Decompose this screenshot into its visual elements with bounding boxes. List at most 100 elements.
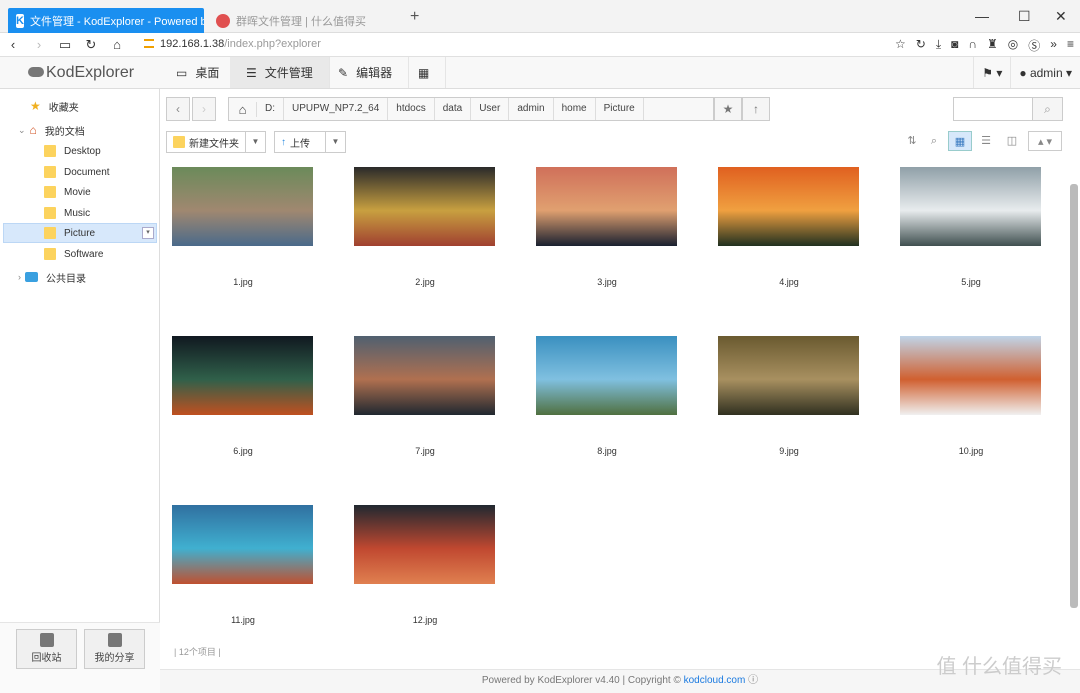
menu-icon[interactable]: ≡ xyxy=(1067,37,1074,54)
sidebar: ★ 收藏夹 ⌄ ⌂ 我的文档 Desktop Document Movie Music… xyxy=(0,89,160,693)
sidebar-item-my-docs[interactable]: ⌄ ⌂ 我的文档 xyxy=(18,120,85,140)
image-thumbnail[interactable] xyxy=(172,336,313,415)
sidebar-item-software[interactable]: Software xyxy=(44,244,103,264)
file-item[interactable]: 1.jpg xyxy=(160,165,320,325)
file-item[interactable]: 10.jpg xyxy=(888,334,1048,494)
compass-icon[interactable]: ◎ xyxy=(1008,37,1018,54)
file-item[interactable]: 6.jpg xyxy=(160,334,320,494)
file-item[interactable]: 8.jpg xyxy=(524,334,684,494)
tab-apps[interactable]: ▦ xyxy=(402,57,447,88)
crumb-5[interactable]: admin xyxy=(509,98,554,120)
image-thumbnail[interactable] xyxy=(172,505,313,584)
image-thumbnail[interactable] xyxy=(354,167,495,246)
favorite-star-icon[interactable]: ★ xyxy=(714,97,742,121)
back-icon[interactable]: ‹ xyxy=(0,37,26,52)
file-item[interactable]: 9.jpg xyxy=(706,334,866,494)
browser-tab-inactive[interactable]: 群晖文件管理 | 什么值得买 xyxy=(208,8,398,34)
tab-editor[interactable]: ✎ 编辑器 xyxy=(322,57,410,88)
image-thumbnail[interactable] xyxy=(900,336,1041,415)
crumb-1[interactable]: UPUPW_NP7.2_64 xyxy=(284,98,389,120)
vertical-scrollbar[interactable] xyxy=(1070,184,1078,608)
tab-file-manager[interactable]: ☰ 文件管理 xyxy=(230,57,330,88)
main-area: ‹ › ⌂ D: UPUPW_NP7.2_64 htdocs data User… xyxy=(160,89,1080,669)
up-arrow-icon[interactable]: ↑ xyxy=(742,97,770,121)
file-item[interactable]: 3.jpg xyxy=(524,165,684,325)
tab-desktop[interactable]: ▭ 桌面 xyxy=(160,57,237,88)
sort-icon[interactable]: ⇅ xyxy=(900,131,924,151)
kodcloud-link[interactable]: kodcloud.com xyxy=(684,675,746,686)
more-icon[interactable]: » xyxy=(1050,37,1057,54)
chevron-down-icon[interactable]: ▼ xyxy=(245,132,265,152)
file-item[interactable]: 2.jpg xyxy=(342,165,502,325)
zoom-icon[interactable]: ⌕ xyxy=(922,131,946,151)
file-name: 2.jpg xyxy=(415,277,435,287)
folder-icon xyxy=(44,186,56,198)
sidebar-item-document[interactable]: Document xyxy=(44,162,110,182)
star-icon[interactable]: ☆ xyxy=(895,37,906,54)
crumb-3[interactable]: data xyxy=(435,98,472,120)
my-share-button[interactable]: 我的分享 xyxy=(84,629,145,669)
s-icon[interactable]: Ⓢ xyxy=(1028,37,1040,54)
sidebar-item-favorites[interactable]: ★ 收藏夹 xyxy=(30,96,79,116)
image-thumbnail[interactable] xyxy=(354,336,495,415)
extension-icon[interactable]: ♜ xyxy=(987,37,998,54)
list-view-button[interactable]: ☰ xyxy=(974,131,998,151)
sidebar-item-picture[interactable]: Picture ▾ xyxy=(3,223,157,243)
file-item[interactable]: 11.jpg xyxy=(160,503,320,663)
url-field[interactable]: 192.168.1.38/index.php?explorer xyxy=(144,38,321,50)
file-item[interactable]: 5.jpg xyxy=(888,165,1048,325)
headphones-icon[interactable]: ∩ xyxy=(968,37,977,54)
download-icon[interactable]: ⤓ xyxy=(936,37,941,54)
folder-icon xyxy=(44,227,56,239)
image-thumbnail[interactable] xyxy=(900,167,1041,246)
browser-tab-active[interactable]: K 文件管理 - KodExplorer - Powered by ✕ xyxy=(8,8,204,34)
path-forward-button[interactable]: › xyxy=(192,97,216,121)
cloud-icon xyxy=(28,67,44,77)
upload-button[interactable]: ↑ 上传 ▼ xyxy=(274,131,346,153)
split-view-button[interactable]: ◫ xyxy=(1000,131,1024,151)
sidebar-item-movie[interactable]: Movie xyxy=(44,182,91,202)
icon-view-button[interactable]: ▦ xyxy=(948,131,972,151)
file-item[interactable]: 12.jpg xyxy=(342,503,502,663)
forward-icon[interactable]: › xyxy=(26,37,52,52)
image-thumbnail[interactable] xyxy=(718,336,859,415)
crumb-4[interactable]: User xyxy=(471,98,510,120)
refresh-icon[interactable]: ↻ xyxy=(916,37,926,54)
minimize-icon[interactable]: — xyxy=(975,8,989,24)
image-thumbnail[interactable] xyxy=(536,336,677,415)
new-tab-button[interactable]: + xyxy=(410,8,419,26)
user-menu[interactable]: ● admin ▾ xyxy=(1010,57,1080,88)
image-thumbnail[interactable] xyxy=(172,167,313,246)
sidebar-item-music[interactable]: Music xyxy=(44,203,90,223)
path-back-button[interactable]: ‹ xyxy=(166,97,190,121)
home-icon[interactable]: ⌂ xyxy=(104,37,130,52)
reader-icon[interactable]: ▭ xyxy=(52,37,78,53)
crumb-7[interactable]: Picture xyxy=(596,98,644,120)
search-input[interactable]: ⌕ xyxy=(953,97,1063,121)
crumb-2[interactable]: htdocs xyxy=(388,98,435,120)
crumb-0[interactable]: D: xyxy=(257,98,284,120)
camera-icon[interactable]: ◙ xyxy=(951,37,958,54)
close-window-icon[interactable]: ✕ xyxy=(1055,8,1067,25)
search-icon[interactable]: ⌕ xyxy=(1032,98,1062,120)
item-menu-icon[interactable]: ▾ xyxy=(142,227,154,239)
sidebar-item-desktop[interactable]: Desktop xyxy=(44,141,101,161)
sidebar-item-public[interactable]: › 公共目录 xyxy=(18,267,86,287)
file-item[interactable]: 7.jpg xyxy=(342,334,502,494)
flag-menu[interactable]: ⚑ ▾ xyxy=(973,57,1010,88)
info-icon[interactable]: ⓘ xyxy=(748,675,758,686)
image-thumbnail[interactable] xyxy=(536,167,677,246)
chevron-down-icon[interactable]: ▼ xyxy=(325,132,345,152)
image-thumbnail[interactable] xyxy=(718,167,859,246)
new-folder-button[interactable]: 新建文件夹 ▼ xyxy=(166,131,266,153)
trash-icon xyxy=(39,633,54,647)
image-thumbnail[interactable] xyxy=(354,505,495,584)
home-icon[interactable]: ⌂ xyxy=(229,101,257,117)
path-bar: ‹ › ⌂ D: UPUPW_NP7.2_64 htdocs data User… xyxy=(166,97,936,121)
reload-icon[interactable]: ↻ xyxy=(78,37,104,53)
crumb-6[interactable]: home xyxy=(554,98,596,120)
maximize-icon[interactable]: ☐ xyxy=(1018,8,1031,25)
theme-menu-button[interactable]: ▴ ▾ xyxy=(1028,131,1062,151)
file-item[interactable]: 4.jpg xyxy=(706,165,866,325)
recycle-bin-button[interactable]: 回收站 xyxy=(16,629,77,669)
